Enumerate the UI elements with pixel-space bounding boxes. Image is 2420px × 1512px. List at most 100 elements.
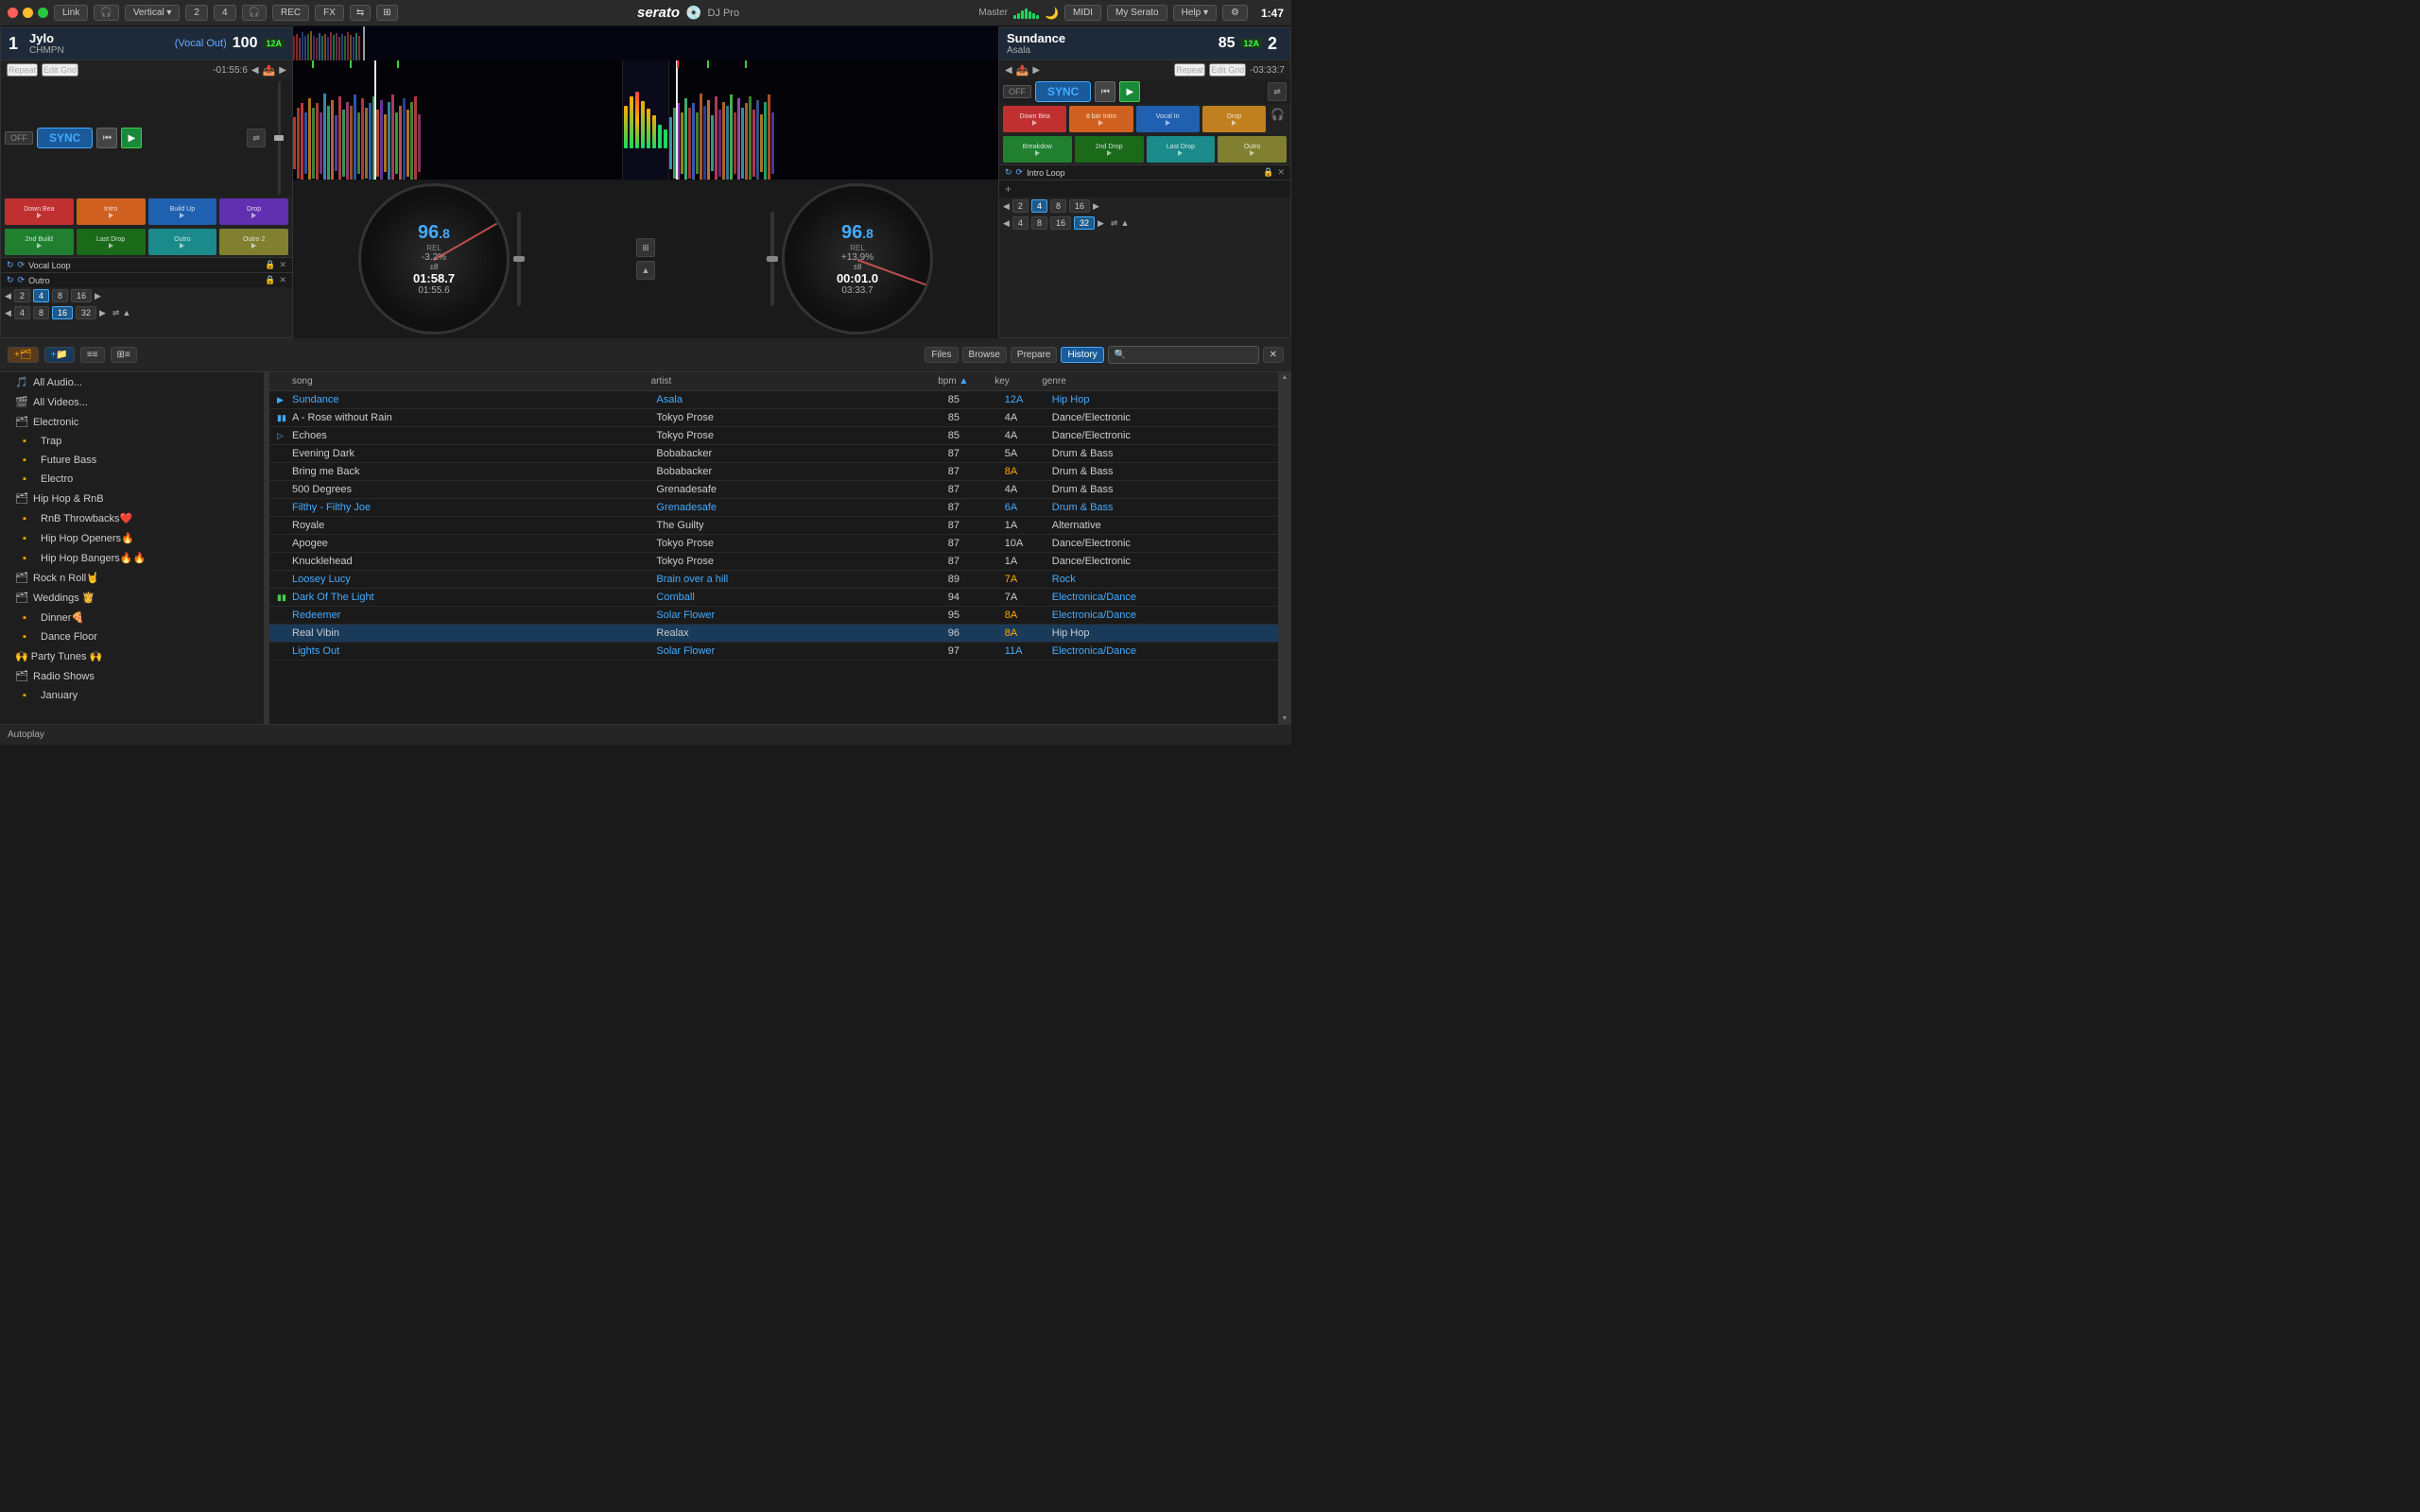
deck1-beat-nav-right[interactable]: ▶ — [95, 291, 101, 301]
scroll-up-arrow[interactable]: ▲ — [1280, 374, 1289, 381]
track-row[interactable]: Lights Out Solar Flower 97 11A Electroni… — [269, 643, 1278, 661]
deck2-beat-16[interactable]: 16 — [1069, 199, 1090, 213]
myserato-button[interactable]: My Serato — [1107, 5, 1167, 21]
col-bpm-header[interactable]: bpm — [938, 376, 994, 387]
deck1-prev-btn[interactable]: ◀ — [251, 65, 259, 76]
scroll-down-arrow[interactable]: ▼ — [1280, 715, 1289, 722]
up-arrow-btn[interactable]: ▲ — [636, 261, 655, 280]
track-row[interactable]: Knucklehead Tokyo Prose 87 1A Dance/Elec… — [269, 553, 1278, 571]
sidebar-hiphop-bangers[interactable]: ▪ Hip Hop Bangers🔥🔥 — [0, 548, 264, 568]
deck2-beat2-32[interactable]: 32 — [1074, 216, 1095, 230]
track-row[interactable]: Evening Dark Bobabacker 87 5A Drum & Bas… — [269, 445, 1278, 463]
deck1-pitch-slider[interactable] — [269, 81, 288, 195]
headphone2-icon-btn[interactable]: 🎧 — [242, 5, 267, 21]
deck1-beat2-4[interactable]: 4 — [14, 306, 30, 319]
close-btn[interactable] — [8, 8, 18, 18]
deck1-loop-mode-icon[interactable]: ⇌ — [112, 308, 120, 318]
loop2-refresh-icon[interactable]: ↻ — [7, 275, 14, 285]
sidebar-rocknroll-folder[interactable]: 🗂 Rock n Roll🤘 — [0, 568, 264, 588]
deck2-off-btn[interactable]: OFF — [1003, 85, 1031, 98]
deck1-up-icon[interactable]: ▲ — [122, 308, 130, 318]
sidebar-electro[interactable]: ▪ Electro — [0, 470, 264, 489]
deck2-loop1-arrow[interactable]: ⟳ — [1016, 167, 1024, 178]
right-scrollbar[interactable]: ▲ ▼ — [1278, 372, 1291, 724]
track-row[interactable]: Real Vibin Realax 96 8A Hip Hop — [269, 625, 1278, 643]
deck2-repeat-btn[interactable]: Repeat — [1174, 63, 1205, 77]
deck2-beat-nav-left[interactable]: ◀ — [1003, 201, 1010, 212]
loop2-arrow-icon[interactable]: ⟳ — [18, 275, 26, 285]
deck2-hotcue-6[interactable]: 2nd Drop — [1075, 136, 1144, 163]
deck2-beat-2[interactable]: 2 — [1012, 199, 1028, 213]
deck1-editgrid-btn[interactable]: Edit Grid — [42, 63, 78, 77]
deck1-hotcue-6[interactable]: Last Drop — [77, 229, 146, 255]
minimize-btn[interactable] — [23, 8, 33, 18]
deck2-add-loop-btn[interactable]: + — [1005, 182, 1011, 196]
deck2-hotcue-1[interactable]: Down Bea — [1003, 106, 1066, 132]
sidebar-rnb-throwbacks[interactable]: ▪ RnB Throwbacks❤️ — [0, 508, 264, 528]
sidebar-dinner[interactable]: ▪ Dinner🍕 — [0, 608, 264, 627]
sidebar-hiphop-folder[interactable]: 🗂 Hip Hop & RnB — [0, 489, 264, 508]
deck1-sync-btn[interactable]: SYNC — [37, 128, 93, 148]
deck1-hotcue-5[interactable]: 2nd Build — [5, 229, 74, 255]
history-tab[interactable]: History — [1061, 347, 1103, 363]
deck1-platter[interactable]: 96.8 REL -3.2% ±8 01:58.7 01:55.6 — [358, 183, 510, 335]
deck1-play-btn[interactable]: ▶ — [121, 128, 142, 148]
deck2-next-btn[interactable]: ▶ — [1032, 65, 1040, 76]
loop1-close-btn[interactable]: ✕ — [279, 260, 286, 270]
deck1-next-btn[interactable]: ▶ — [279, 65, 286, 76]
btn-2[interactable]: 2 — [185, 5, 208, 21]
files-tab[interactable]: Files — [925, 347, 958, 363]
deck1-hotcue-7[interactable]: Outro — [148, 229, 217, 255]
deck2-editgrid-btn[interactable]: Edit Grid — [1209, 63, 1246, 77]
deck1-pitch-fader[interactable] — [517, 212, 521, 306]
deck1-repeat-btn[interactable]: Repeat — [7, 63, 38, 77]
deck2-headphone-icon[interactable]: 🎧 — [1269, 106, 1287, 132]
deck2-loop1-lock[interactable]: 🔒 — [1263, 167, 1273, 178]
track-row[interactable]: Bring me Back Bobabacker 87 8A Drum & Ba… — [269, 463, 1278, 481]
deck2-hotcue-8[interactable]: Outro — [1218, 136, 1287, 163]
deck2-hotcue-3[interactable]: Vocal In — [1136, 106, 1200, 132]
deck2-beat-8[interactable]: 8 — [1050, 199, 1066, 213]
deck1-prev-track-btn[interactable]: ⏮ — [96, 128, 117, 148]
track-row[interactable]: ▷ Echoes Tokyo Prose 85 4A Dance/Electro… — [269, 427, 1278, 445]
btn-4[interactable]: 4 — [214, 5, 236, 21]
deck1-hotcue-2[interactable]: Intro — [77, 198, 146, 225]
deck2-hotcue-5[interactable]: Breakdow — [1003, 136, 1072, 163]
deck2-loop-mode-icon[interactable]: ⇌ — [1111, 218, 1118, 229]
list-view-btn[interactable]: ≡≡ — [80, 347, 105, 363]
midi-button[interactable]: MIDI — [1064, 5, 1101, 21]
deck2-hotcue-4[interactable]: Drop — [1202, 106, 1266, 132]
track-row[interactable]: ▶ Sundance Asala 85 12A Hip Hop — [269, 391, 1278, 409]
deck2-loop1-refresh[interactable]: ↻ — [1005, 167, 1012, 178]
deck2-sync-btn[interactable]: SYNC — [1035, 81, 1091, 102]
detail-view-btn[interactable]: ⊞≡ — [111, 347, 137, 363]
deck1-beat-8[interactable]: 8 — [52, 289, 68, 302]
deck2-prev-track-btn[interactable]: ⏮ — [1095, 81, 1115, 102]
track-row[interactable]: ▮▮ Dark Of The Light Comball 94 7A Elect… — [269, 589, 1278, 607]
maximize-btn[interactable] — [38, 8, 48, 18]
deck2-pitch-fader[interactable] — [770, 212, 774, 306]
prepare-tab[interactable]: Prepare — [1011, 347, 1058, 363]
sidebar-radio-shows-folder[interactable]: 🗂 Radio Shows — [0, 666, 264, 686]
deck2-hotcue-2[interactable]: 8 bar Intro — [1069, 106, 1132, 132]
deck1-beat-nav-left[interactable]: ◀ — [5, 291, 11, 301]
loop1-refresh-icon[interactable]: ↻ — [7, 260, 14, 270]
deck2-play-btn[interactable]: ▶ — [1119, 81, 1140, 102]
sidebar-hiphop-openers[interactable]: ▪ Hip Hop Openers🔥 — [0, 528, 264, 548]
deck2-up-icon[interactable]: ▲ — [1120, 218, 1129, 228]
sidebar-weddings-folder[interactable]: 🗂 Weddings 👸 — [0, 588, 264, 608]
sidebar-all-audio[interactable]: 🎵 All Audio... — [0, 372, 264, 392]
deck1-beat-4[interactable]: 4 — [33, 289, 49, 302]
deck1-off-btn[interactable]: OFF — [5, 131, 33, 145]
settings-button[interactable]: ⚙ — [1222, 5, 1248, 21]
search-close-btn[interactable]: ✕ — [1263, 347, 1284, 363]
deck2-beat-nav-right[interactable]: ▶ — [1093, 201, 1099, 212]
deck1-beat2-nav-left[interactable]: ◀ — [5, 308, 11, 318]
deck1-beat-16[interactable]: 16 — [71, 289, 92, 302]
help-button[interactable]: Help ▾ — [1173, 5, 1217, 21]
add-folder-btn[interactable]: +📁 — [44, 347, 75, 363]
sidebar-electronic-folder[interactable]: 🗂 Electronic — [0, 412, 264, 432]
deck1-hotcue-3[interactable]: Build Up — [148, 198, 217, 225]
sidebar-all-videos[interactable]: 🎬 All Videos... — [0, 392, 264, 412]
col-genre-header[interactable]: genre — [1042, 376, 1257, 387]
